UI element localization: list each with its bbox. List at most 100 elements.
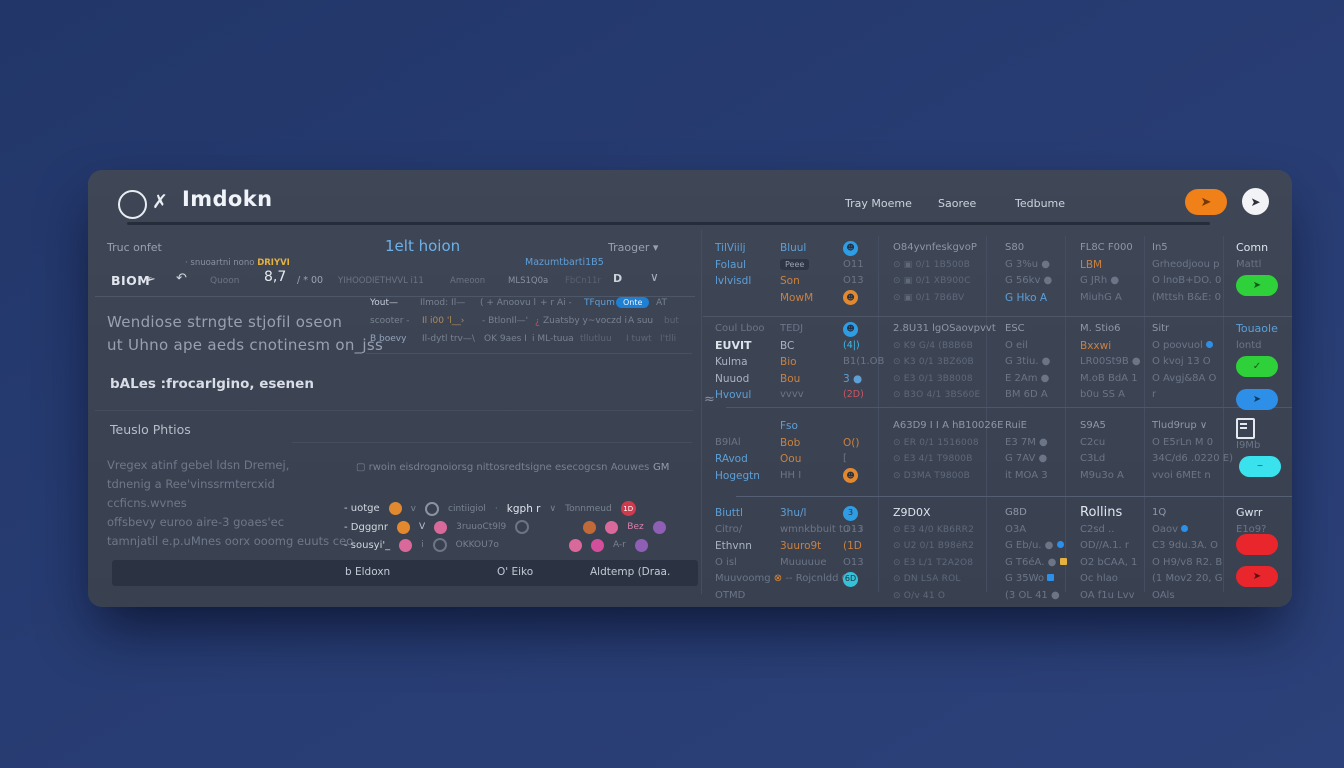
status-dot-orange[interactable]	[397, 521, 410, 534]
column-header: M. Stio6	[1080, 321, 1141, 338]
undo-icon[interactable]: ↶	[176, 271, 187, 286]
row-link[interactable]: TilViilj	[715, 240, 751, 257]
status-dot-purple[interactable]	[653, 521, 666, 534]
table-cell: C3 9du.3A. O	[1152, 538, 1222, 555]
row-link[interactable]: Hogegtn	[715, 468, 760, 485]
danger-arrow-button-group4[interactable]: ➤	[1236, 566, 1278, 587]
table-cell[interactable]: G Hko A	[1005, 290, 1052, 307]
table-cell: O Avgj&8A O	[1152, 371, 1216, 388]
nav-item-2[interactable]: Saoree	[938, 197, 976, 210]
avatar-icon[interactable]: 3	[843, 506, 858, 521]
table-cell: Bxxwi	[1080, 338, 1141, 355]
footer-item-2[interactable]: O' Eiko	[497, 566, 533, 578]
cursor-icon[interactable]: ➢	[145, 272, 156, 287]
ring-dot[interactable]	[433, 538, 447, 552]
status-dot-pink[interactable]	[569, 539, 582, 552]
minitable-divider	[366, 353, 692, 354]
footer-item-3[interactable]: Aldtemp (Draa.	[590, 566, 670, 578]
option-row: - Dgggnr V 3ruuoCt9l9 Bez	[344, 520, 666, 534]
column-in5: In5 Grheodjoou p O lnoB+DO. 0 (Mttsh B&E…	[1152, 240, 1221, 306]
row-link[interactable]: Folaul	[715, 257, 751, 274]
avatar-icon[interactable]: ☻	[843, 322, 858, 337]
danger-button-group4[interactable]	[1236, 534, 1278, 555]
table-cell: OA f1u Lvv	[1080, 588, 1137, 605]
avatar-icon[interactable]: ☻	[843, 241, 858, 256]
table-cell: Muuvoomg	[715, 573, 771, 584]
primary-action-button[interactable]: ➤	[1185, 189, 1227, 215]
avatar-icon[interactable]: 6D	[843, 572, 858, 587]
row-link[interactable]: Hvovul	[715, 387, 765, 404]
row-link[interactable]: RAvod	[715, 451, 760, 468]
page-title: Imdokn	[182, 187, 272, 211]
count-badge[interactable]: 1D	[621, 501, 636, 516]
minitable-cell: I tuwt	[626, 334, 652, 344]
table-cell: BM 6D A	[1005, 387, 1050, 404]
toolbar-dim-3: MLS1Q0a	[508, 276, 548, 286]
avatar-icon[interactable]: ☻	[843, 468, 858, 483]
table-cell: O E5rLn M 0	[1152, 435, 1233, 452]
secondary-button-group2[interactable]: ➤	[1236, 389, 1278, 410]
action-button-group3[interactable]: −	[1239, 456, 1281, 477]
nav-item-1[interactable]: Tray Moeme	[845, 197, 912, 210]
checkbox-icon[interactable]: ▢	[356, 462, 365, 473]
table-cell: EUVIT	[715, 338, 765, 355]
inline-note: ▢ rwoin eisdrognoiorsg nittosredtsigne e…	[356, 462, 649, 473]
status-dot-magenta[interactable]	[591, 539, 604, 552]
chevron-down-icon[interactable]: ∨	[550, 504, 557, 514]
row-group-divider	[703, 316, 1292, 317]
code-cell: ⊙ E3 0/1 3B8008	[893, 371, 996, 388]
confirm-button-group1[interactable]: ➤	[1236, 275, 1278, 296]
table-cell: G T6éA. ●	[1005, 557, 1056, 568]
status-dot-brown[interactable]	[583, 521, 596, 534]
toolbar-dim-1: YIHOODIETHVVL i11	[338, 276, 424, 286]
ring-dot[interactable]	[425, 502, 439, 516]
table-cell: C3Ld	[1080, 451, 1124, 468]
option-label: - sousyi'_	[344, 540, 390, 551]
nav-item-3[interactable]: Tedbume	[1015, 197, 1065, 210]
toolbar-item-quoon[interactable]: Quoon	[210, 276, 240, 286]
status-dot-pink[interactable]	[605, 521, 618, 534]
status-dot-pink[interactable]	[399, 539, 412, 552]
confirm-button-group2[interactable]: ✓	[1236, 356, 1278, 377]
status-dot-pink[interactable]	[434, 521, 447, 534]
status-dot-purple[interactable]	[635, 539, 648, 552]
table-cell: Bou	[780, 371, 804, 388]
subnote-highlight: DRIYVI	[257, 258, 290, 268]
chevron-down-icon[interactable]: ∨	[650, 270, 659, 284]
section-tab-label[interactable]: Teuslo Phtios	[110, 422, 191, 437]
sort-dropdown[interactable]: Traoger ▾	[608, 241, 658, 254]
app-window: ✗ Imdokn Tray Moeme Saoree Tedbume ➤ ➤ T…	[88, 170, 1292, 607]
row-link[interactable]: lvlvisdl	[715, 273, 751, 290]
status-dot-orange[interactable]	[389, 502, 402, 515]
table-cell[interactable]: Bluul	[780, 240, 813, 257]
column-header: Rollins	[1080, 505, 1137, 522]
subnote-link[interactable]: Mazumtbarti1B5	[525, 257, 604, 268]
table-cell: O lnoB+DO. 0	[1152, 273, 1221, 290]
option-label: - Dgggnr	[344, 522, 388, 533]
table-cell: it MOA 3	[1005, 468, 1048, 485]
table-cell: r	[1152, 387, 1216, 404]
table-cell: MiuhG A	[1080, 290, 1133, 307]
column-header: G8D	[1005, 505, 1067, 522]
table-cell: O poovuol	[1152, 340, 1203, 351]
footer-item-1[interactable]: b Eldoxn	[345, 566, 390, 578]
close-icon[interactable]: ✗	[152, 191, 168, 213]
table-cell: B1(1.OB	[843, 354, 884, 371]
status-dot-blue	[1181, 525, 1188, 532]
clipboard-icon[interactable]	[1236, 418, 1255, 439]
avatar-button[interactable]: ➤	[1242, 188, 1269, 215]
table-cell: (4|)	[843, 338, 884, 355]
avatar-icon[interactable]: ☻	[843, 290, 858, 305]
column-s80: S80 G 3%u ● G 56kv ● G Hko A	[1005, 240, 1052, 306]
table-cell[interactable]: Fso	[780, 418, 801, 435]
d-icon[interactable]: D	[613, 272, 622, 285]
center-link[interactable]: 1elt hoion	[385, 237, 460, 255]
status-chip[interactable]: Onte	[616, 297, 649, 308]
ring-dot[interactable]	[515, 520, 529, 534]
minitable-cell: ( + Anoovu l	[480, 298, 536, 308]
table-cell: Nuuod	[715, 371, 765, 388]
paragraph-line: offsbevy euroo aire-3 goaes'ec	[107, 513, 353, 532]
option-text: 3ruuoCt9l9	[456, 522, 506, 532]
table-cell: (2D)	[843, 387, 884, 404]
cancel-icon[interactable]: ⊗	[774, 573, 782, 584]
